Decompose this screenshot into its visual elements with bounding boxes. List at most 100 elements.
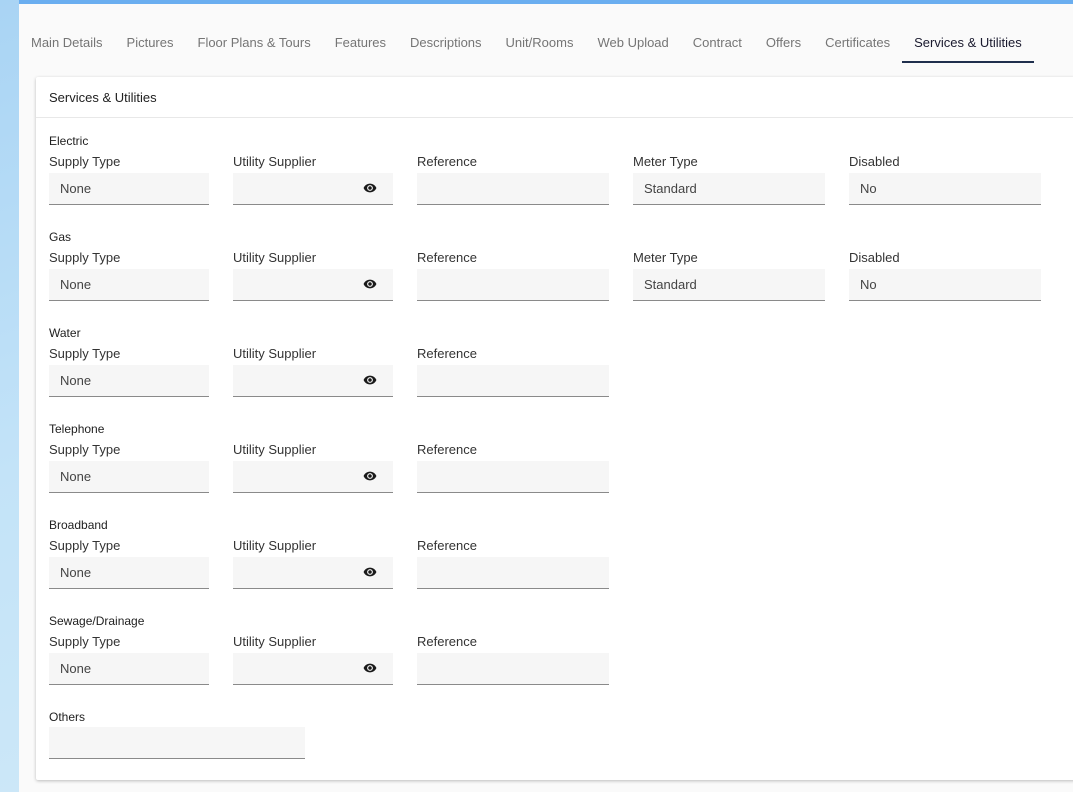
service-section: Broadband Supply Type None Utility Supplier…	[49, 517, 609, 603]
others-section: Others	[49, 709, 305, 759]
tab-web-upload[interactable]: Web Upload	[585, 22, 680, 63]
reference-input[interactable]	[417, 557, 609, 589]
tab-services-utilities[interactable]: Services & Utilities	[902, 22, 1034, 63]
meter-type-input[interactable]: Standard	[633, 269, 825, 301]
service-title: Telephone	[49, 422, 105, 436]
field-row: Supply Type None Utility Supplier Reference	[49, 533, 609, 603]
disabled-field: Disabled No	[849, 149, 1041, 205]
service-title: Gas	[49, 230, 72, 244]
reference-field: Reference	[417, 149, 609, 205]
utility-supplier-field: Utility Supplier	[233, 629, 393, 685]
utility-supplier-input[interactable]	[233, 365, 393, 397]
others-input[interactable]	[49, 727, 305, 759]
reference-input[interactable]	[417, 653, 609, 685]
field-row: Supply Type None Utility Supplier Reference…	[49, 149, 1041, 219]
reference-input[interactable]	[417, 365, 609, 397]
supply-type-field: Supply Type None	[49, 437, 209, 493]
field-row: Supply Type None Utility Supplier Reference	[49, 437, 609, 507]
eye-icon[interactable]	[361, 181, 379, 195]
tab-unit-rooms[interactable]: Unit/Rooms	[494, 22, 586, 63]
service-section: Sewage/Drainage Supply Type None Utility Su…	[49, 613, 609, 699]
eye-icon[interactable]	[361, 277, 379, 291]
eye-icon[interactable]	[361, 661, 379, 675]
page: Main Details Pictures Floor Plans & Tour…	[19, 4, 1073, 792]
supply-type-value: None	[60, 181, 92, 196]
supply-type-label: Supply Type	[49, 634, 121, 649]
supply-type-input[interactable]: None	[49, 653, 209, 685]
disabled-label: Disabled	[849, 154, 900, 169]
utility-supplier-input[interactable]	[233, 269, 393, 301]
supply-type-value: None	[60, 565, 92, 580]
supply-type-field: Supply Type None	[49, 533, 209, 589]
meter-type-value: Standard	[644, 181, 697, 196]
tab-pictures[interactable]: Pictures	[115, 22, 186, 63]
service-title: Water	[49, 326, 81, 340]
service-section: Gas Supply Type None Utility Supplier Refere…	[49, 229, 1041, 315]
utility-supplier-label: Utility Supplier	[233, 442, 317, 457]
supply-type-input[interactable]: None	[49, 269, 209, 301]
utility-supplier-input[interactable]	[233, 173, 393, 205]
tab-features[interactable]: Features	[323, 22, 398, 63]
utility-supplier-input[interactable]	[233, 557, 393, 589]
reference-label: Reference	[417, 346, 477, 361]
utility-supplier-input[interactable]	[233, 653, 393, 685]
eye-icon[interactable]	[361, 373, 379, 387]
utility-supplier-label: Utility Supplier	[233, 154, 317, 169]
supply-type-label: Supply Type	[49, 538, 121, 553]
service-section: Electric Supply Type None Utility Supplier R…	[49, 133, 1041, 219]
reference-field: Reference	[417, 245, 609, 301]
disabled-value: No	[860, 277, 877, 292]
supply-type-field: Supply Type None	[49, 629, 209, 685]
tab-bar: Main Details Pictures Floor Plans & Tour…	[19, 22, 1073, 63]
reference-field: Reference	[417, 341, 609, 397]
supply-type-field: Supply Type None	[49, 149, 209, 205]
meter-type-label: Meter Type	[633, 154, 698, 169]
supply-type-field: Supply Type None	[49, 341, 209, 397]
supply-type-input[interactable]: None	[49, 461, 209, 493]
tab-floor-plans-tours[interactable]: Floor Plans & Tours	[186, 22, 323, 63]
card-title: Services & Utilities	[36, 77, 1073, 118]
utility-supplier-field: Utility Supplier	[233, 437, 393, 493]
disabled-input[interactable]: No	[849, 269, 1041, 301]
supply-type-value: None	[60, 277, 92, 292]
supply-type-field: Supply Type None	[49, 245, 209, 301]
others-title: Others	[49, 710, 86, 724]
utility-supplier-field: Utility Supplier	[233, 341, 393, 397]
tab-descriptions[interactable]: Descriptions	[398, 22, 494, 63]
service-section: Water Supply Type None Utility Supplier Refe…	[49, 325, 609, 411]
utility-supplier-label: Utility Supplier	[233, 346, 317, 361]
disabled-field: Disabled No	[849, 245, 1041, 301]
tab-contract[interactable]: Contract	[681, 22, 754, 63]
supply-type-label: Supply Type	[49, 346, 121, 361]
utility-supplier-input[interactable]	[233, 461, 393, 493]
meter-type-value: Standard	[644, 277, 697, 292]
eye-icon[interactable]	[361, 565, 379, 579]
service-section: Telephone Supply Type None Utility Supplier…	[49, 421, 609, 507]
reference-label: Reference	[417, 250, 477, 265]
service-title: Broadband	[49, 518, 108, 532]
disabled-input[interactable]: No	[849, 173, 1041, 205]
service-title: Electric	[49, 134, 89, 148]
utility-supplier-field: Utility Supplier	[233, 245, 393, 301]
eye-icon[interactable]	[361, 469, 379, 483]
reference-input[interactable]	[417, 173, 609, 205]
meter-type-field: Meter Type Standard	[633, 245, 825, 301]
reference-label: Reference	[417, 634, 477, 649]
reference-input[interactable]	[417, 461, 609, 493]
meter-type-label: Meter Type	[633, 250, 698, 265]
reference-field: Reference	[417, 533, 609, 589]
supply-type-input[interactable]: None	[49, 173, 209, 205]
reference-field: Reference	[417, 629, 609, 685]
tab-certificates[interactable]: Certificates	[813, 22, 902, 63]
utility-supplier-label: Utility Supplier	[233, 634, 317, 649]
reference-input[interactable]	[417, 269, 609, 301]
utility-supplier-label: Utility Supplier	[233, 250, 317, 265]
supply-type-input[interactable]: None	[49, 557, 209, 589]
meter-type-input[interactable]: Standard	[633, 173, 825, 205]
supply-type-input[interactable]: None	[49, 365, 209, 397]
tab-offers[interactable]: Offers	[754, 22, 813, 63]
supply-type-value: None	[60, 661, 92, 676]
tab-main-details[interactable]: Main Details	[19, 22, 115, 63]
supply-type-value: None	[60, 373, 92, 388]
supply-type-label: Supply Type	[49, 250, 121, 265]
